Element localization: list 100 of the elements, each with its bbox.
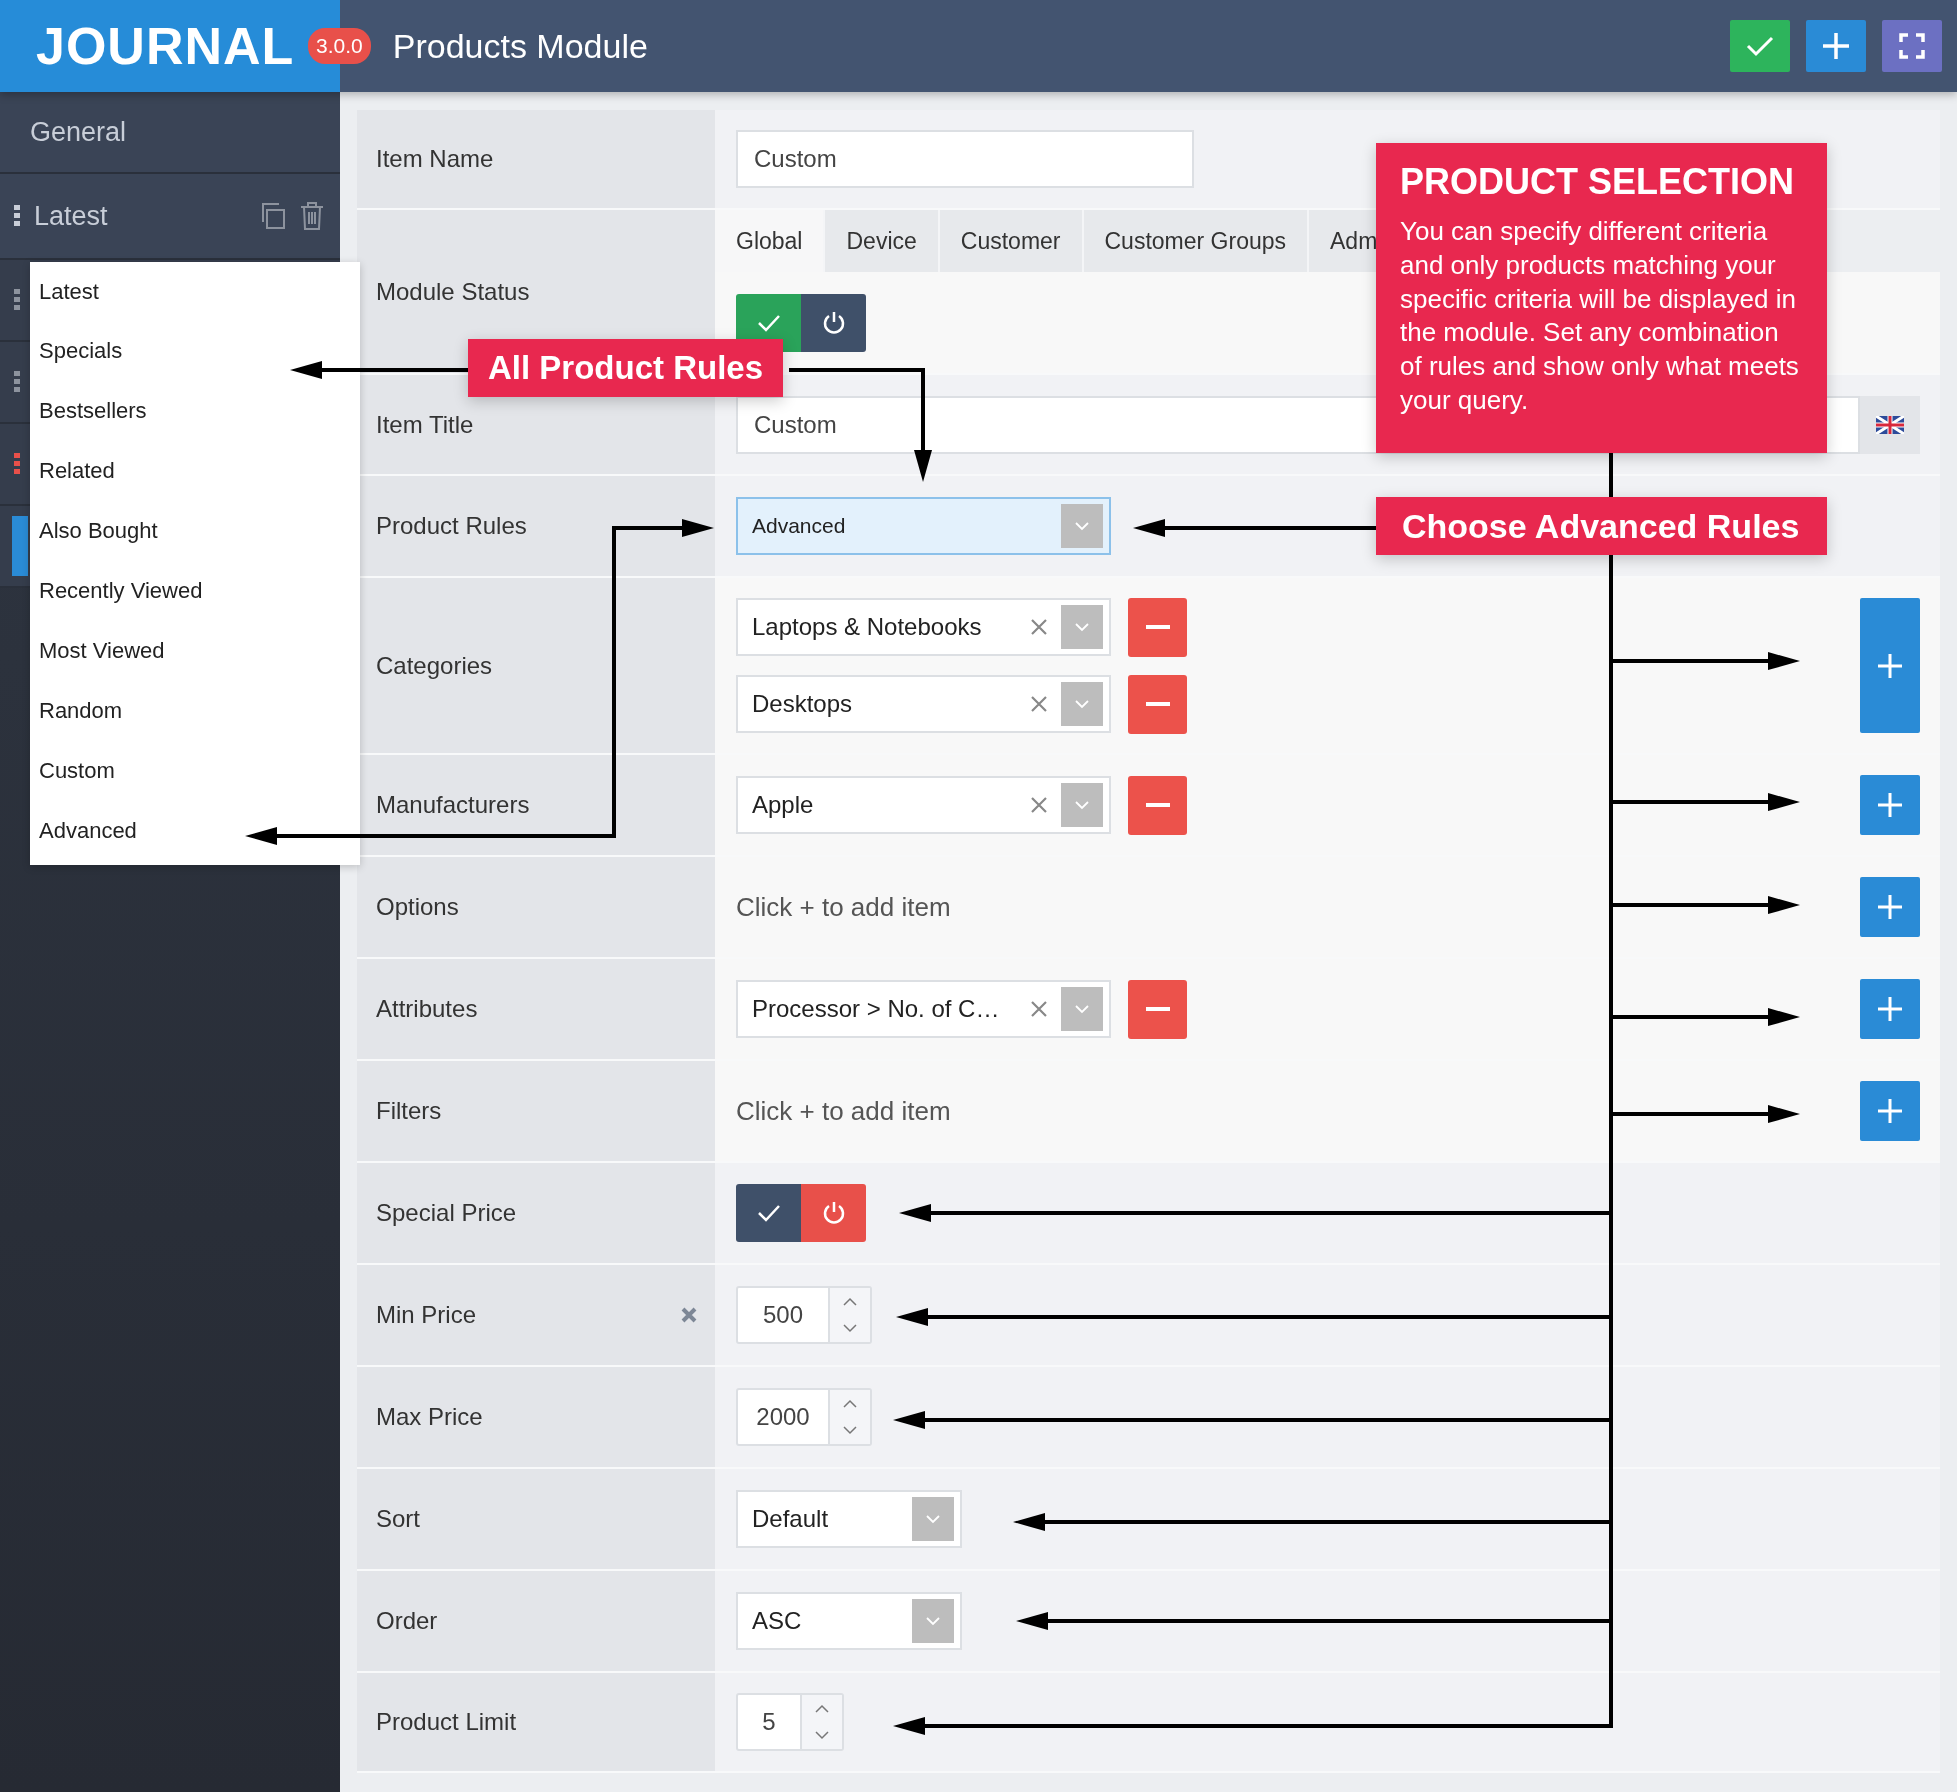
empty-hint: Click + to add item (736, 891, 951, 923)
clear-icon[interactable] (1031, 1001, 1047, 1017)
version-badge: 3.0.0 (308, 28, 371, 64)
tab[interactable]: Global (715, 210, 826, 272)
menu-item[interactable]: Most Viewed (30, 620, 360, 681)
menu-item[interactable]: Recently Viewed (30, 560, 360, 621)
add-button[interactable] (1860, 979, 1920, 1039)
menu-item[interactable]: Latest (30, 262, 360, 321)
toggle-switch[interactable] (736, 1184, 866, 1242)
plus-icon (1877, 652, 1903, 679)
field-label: Min Price (376, 1301, 477, 1329)
tab[interactable]: Customer Groups (1083, 210, 1309, 272)
flag-icon (1876, 415, 1904, 434)
field-label: Manufacturers (376, 791, 530, 819)
empty-hint: Click + to add item (736, 1095, 951, 1127)
chevron-up-icon[interactable] (843, 1297, 857, 1306)
language-button[interactable] (1860, 395, 1920, 454)
remove-button[interactable] (1128, 775, 1187, 835)
menu-item[interactable]: Advanced (30, 800, 360, 861)
copy-icon[interactable] (260, 202, 286, 230)
callout-title: PRODUCT SELECTION (1400, 161, 1795, 203)
menu-item[interactable]: Related (30, 440, 360, 501)
page-title: Products Module (392, 26, 648, 66)
caret-icon (1075, 622, 1089, 632)
select-field[interactable]: ASC (736, 1592, 962, 1650)
add-button[interactable] (1806, 20, 1866, 72)
save-button[interactable] (1730, 20, 1790, 72)
plus-icon (1822, 32, 1850, 60)
select-field[interactable]: Default (736, 1490, 962, 1548)
module-name: Latest (34, 200, 109, 232)
select-field[interactable]: Desktops (736, 675, 1111, 733)
field-label: Product Limit (376, 1708, 517, 1736)
tab[interactable]: Device (825, 210, 940, 272)
remove-button[interactable] (1128, 674, 1187, 734)
check-icon (756, 1204, 781, 1222)
chevron-up-icon[interactable] (815, 1704, 829, 1713)
drag-handle-icon[interactable] (14, 289, 20, 311)
caret-icon (926, 1514, 940, 1524)
menu-item[interactable]: Also Bought (30, 500, 360, 561)
minus-icon (1145, 1007, 1170, 1011)
select-field[interactable]: Advanced (736, 497, 1111, 555)
field-label: Order (376, 1607, 438, 1635)
select-field[interactable]: Processor > No. of C… (736, 980, 1111, 1038)
minus-icon (1145, 803, 1170, 807)
number-field[interactable]: 500 (736, 1286, 872, 1344)
fullscreen-icon (1899, 33, 1925, 59)
menu-item[interactable]: Specials (30, 320, 360, 381)
sidebar-item[interactable]: General (0, 92, 340, 174)
plus-icon (1877, 996, 1903, 1022)
drag-handle-icon[interactable] (14, 371, 20, 393)
chevron-down-icon[interactable] (843, 1426, 857, 1435)
menu-item[interactable]: Custom (30, 740, 360, 801)
field-label: Categories (376, 651, 493, 680)
fullscreen-button[interactable] (1882, 20, 1942, 72)
field-label: Filters (376, 1097, 442, 1125)
field-label: Item Name (376, 145, 494, 173)
annotation-label: Choose Advanced Rules (1376, 497, 1827, 555)
drag-handle-icon[interactable] (14, 453, 20, 475)
minus-icon (1145, 625, 1170, 629)
select-field[interactable]: Apple (736, 776, 1111, 834)
annotation-label: All Product Rules (468, 339, 784, 397)
caret-icon (1075, 1004, 1089, 1014)
clear-icon[interactable] (1031, 619, 1047, 635)
field-label: Item Title (376, 410, 474, 439)
add-button[interactable] (1860, 775, 1920, 835)
trash-icon[interactable] (300, 202, 324, 230)
power-icon (821, 1201, 846, 1225)
menu-item[interactable]: Random (30, 680, 360, 741)
plus-icon (1877, 894, 1903, 920)
check-icon (756, 313, 781, 332)
text-field[interactable]: Custom (736, 130, 1194, 188)
field-label: Module Status (376, 277, 530, 306)
menu-item[interactable]: Bestsellers (30, 380, 360, 441)
field-label: Max Price (376, 1403, 483, 1431)
logo-text: JOURNAL (36, 16, 295, 76)
number-field[interactable]: 5 (736, 1693, 844, 1751)
clear-icon[interactable] (1031, 797, 1047, 813)
add-button[interactable] (1860, 598, 1920, 733)
caret-icon (926, 1616, 940, 1626)
remove-button[interactable] (1128, 979, 1187, 1039)
toggle-switch[interactable] (736, 293, 866, 352)
number-field[interactable]: 2000 (736, 1388, 872, 1446)
field-label: Product Rules (376, 512, 527, 540)
caret-icon (1075, 699, 1089, 709)
module-row[interactable]: Latest (0, 174, 340, 260)
add-button[interactable] (1860, 877, 1920, 937)
chevron-down-icon[interactable] (815, 1731, 829, 1740)
drag-handle-icon[interactable] (14, 205, 20, 227)
clear-icon[interactable] (681, 1307, 697, 1323)
select-field[interactable]: Laptops & Notebooks (736, 598, 1111, 656)
minus-icon (1145, 702, 1170, 706)
remove-button[interactable] (1128, 597, 1187, 657)
field-label: Options (376, 893, 459, 921)
field-label: Attributes (376, 995, 478, 1023)
tab[interactable]: Customer (939, 210, 1084, 272)
chevron-up-icon[interactable] (843, 1399, 857, 1408)
clear-icon[interactable] (1031, 696, 1047, 712)
add-button[interactable] (1860, 1081, 1920, 1141)
plus-icon (1877, 792, 1903, 818)
chevron-down-icon[interactable] (843, 1324, 857, 1333)
